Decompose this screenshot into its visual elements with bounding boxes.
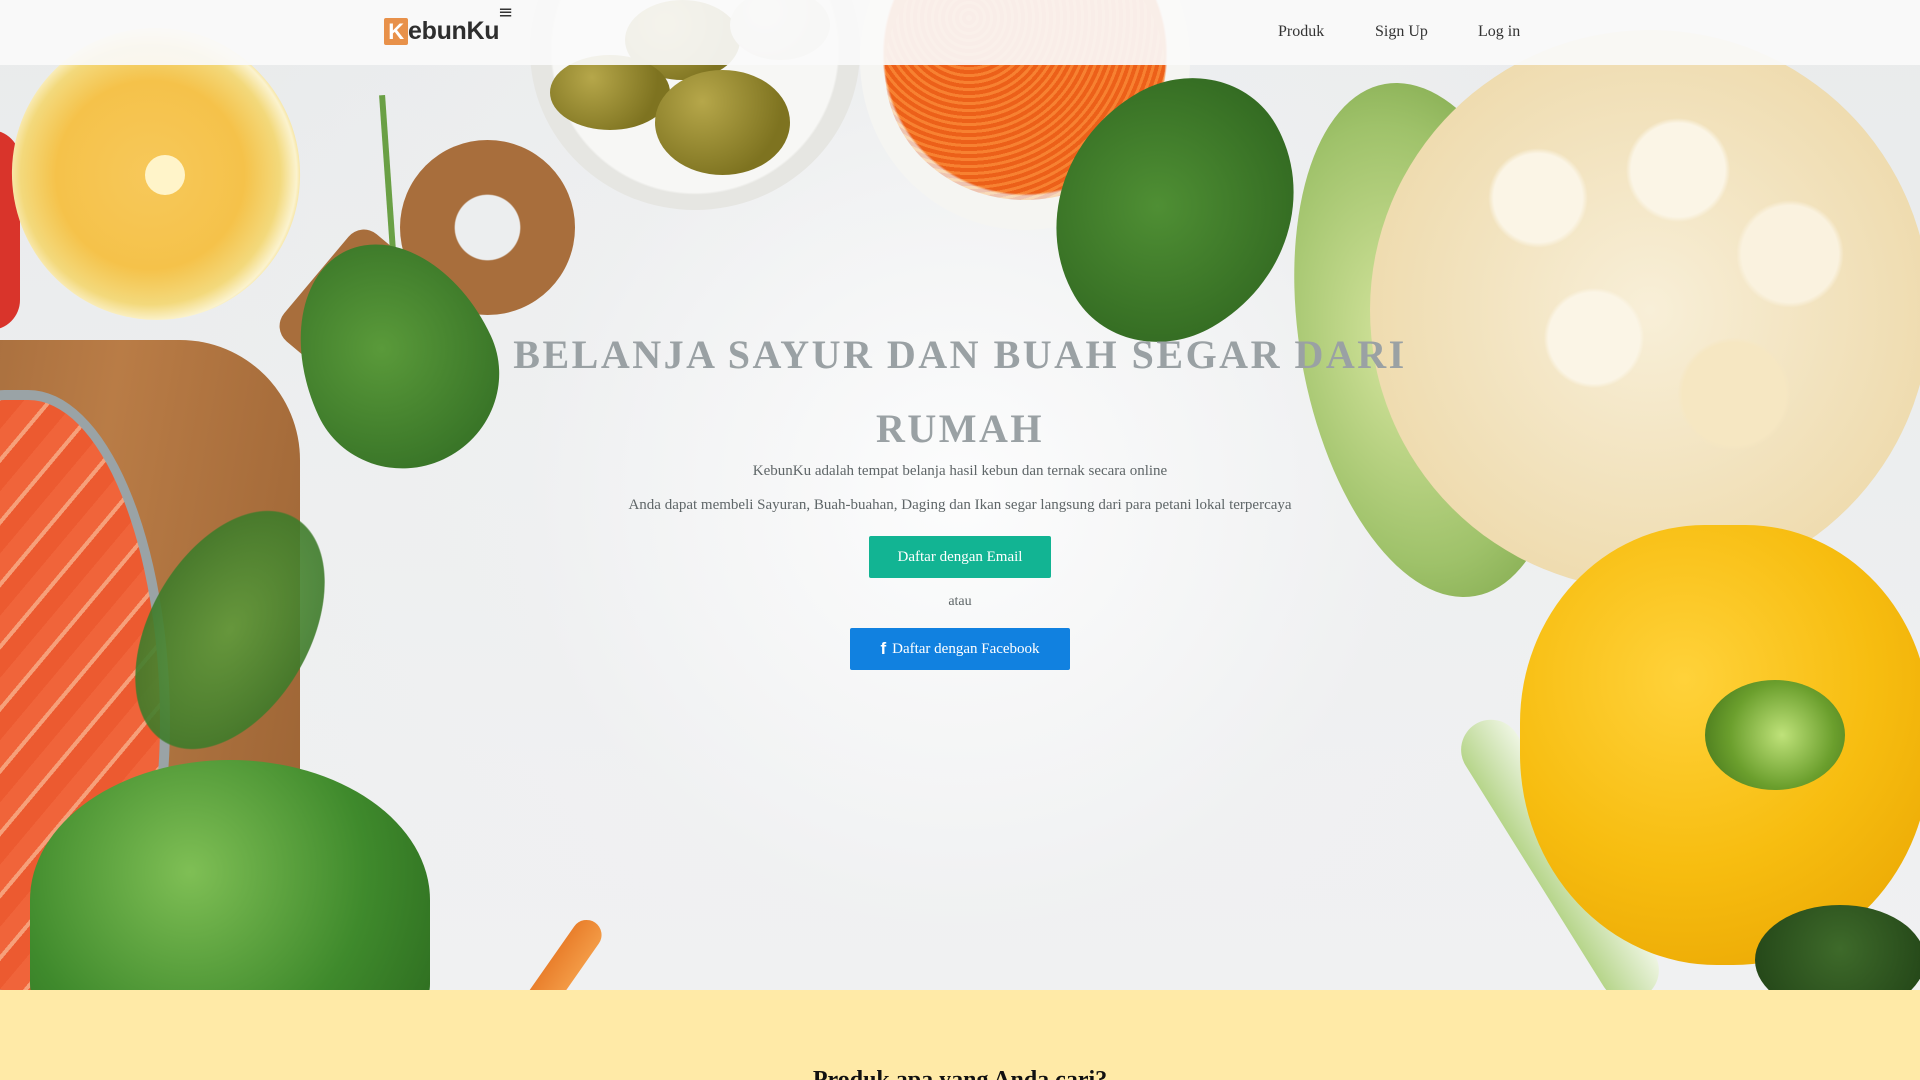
hero-description-1: KebunKu adalah tempat belanja hasil kebu… (752, 463, 1168, 479)
brand-logo[interactable]: KebunKu (384, 16, 500, 46)
hamburger-icon[interactable]: ≡ (498, 2, 513, 23)
or-separator: atau (948, 594, 972, 609)
olive-image (655, 70, 790, 175)
hero-description-2: Anda dapat membeli Sayuran, Buah-buahan,… (628, 497, 1292, 513)
nav-link-signup[interactable]: Sign Up (1375, 23, 1428, 41)
product-section-heading: Produk apa yang Anda cari? (812, 1067, 1108, 1080)
olive-image (550, 55, 670, 130)
hero-title: BELANJA SAYUR DAN BUAH SEGAR DARI RUMAH (513, 332, 1407, 451)
brand-logo-initial: K (384, 17, 408, 45)
facebook-icon: f (880, 639, 887, 658)
lemon-center-image (145, 155, 185, 195)
hero-banner (0, 0, 1920, 990)
nav-link-login[interactable]: Log in (1478, 23, 1520, 41)
signup-facebook-label: Daftar dengan Facebook (892, 640, 1040, 657)
signup-email-button[interactable]: Daftar dengan Email (869, 536, 1051, 578)
signup-facebook-button[interactable]: f Daftar dengan Facebook (850, 628, 1070, 670)
nav-link-produk[interactable]: Produk (1278, 23, 1324, 41)
carrot-image (502, 914, 608, 990)
brand-logo-text: ebunKu (408, 16, 500, 45)
bell-pepper-stem-image (1705, 680, 1845, 790)
top-navbar: KebunKu ≡ Produk Sign Up Log in (0, 0, 1920, 65)
